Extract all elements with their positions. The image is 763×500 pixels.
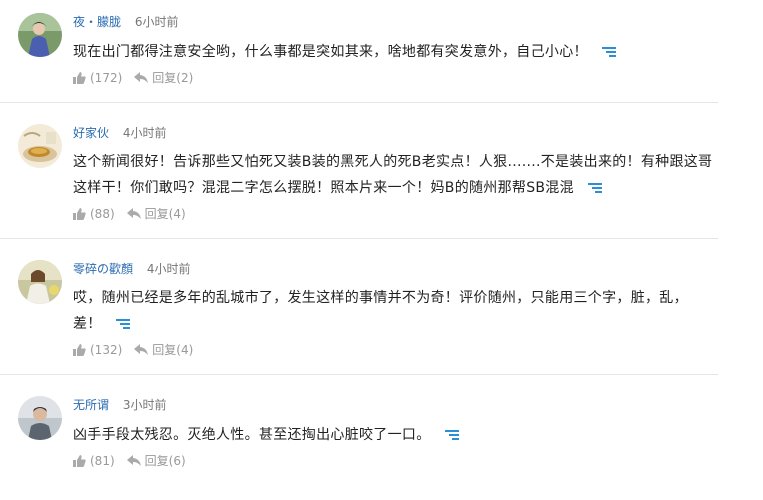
- reply-label: 回复: [144, 207, 169, 221]
- expand-lines-icon[interactable]: [587, 182, 602, 194]
- comment-body: 现在出门都得注意安全哟，什么事都是突如其来，啥地都有突发意外，自己小心！: [73, 44, 588, 60]
- comment-item: 无所谓 3小时前 凶手手段太残忍。灭绝人性。甚至还掏出心脏咬了一口。 (81) …: [0, 375, 718, 485]
- thumbs-up-icon: [73, 344, 86, 356]
- expand-lines-icon[interactable]: [444, 429, 459, 441]
- comment-text: 哎，随州已经是多年的乱城市了，发生这样的事情并不为奇！评价随州，只能用三个字，脏…: [73, 285, 713, 337]
- like-button[interactable]: (132): [73, 342, 122, 358]
- reply-button[interactable]: 回复 (4): [134, 342, 193, 358]
- avatar[interactable]: [18, 260, 62, 304]
- username[interactable]: 夜・朦胧: [73, 15, 121, 29]
- timestamp: 4小时前: [146, 262, 191, 276]
- reply-label: 回复: [152, 343, 177, 357]
- comment-meta: 夜・朦胧 6小时前: [73, 14, 178, 30]
- reply-button[interactable]: 回复 (6): [126, 453, 186, 469]
- thumbs-up-icon: [73, 72, 86, 84]
- timestamp: 4小时前: [122, 126, 167, 140]
- reply-count: (6): [168, 454, 186, 468]
- expand-lines-icon[interactable]: [601, 46, 616, 58]
- comment-text: 凶手手段太残忍。灭绝人性。甚至还掏出心脏咬了一口。: [73, 422, 713, 448]
- reply-count: (2): [176, 71, 194, 85]
- comment-body: 凶手手段太残忍。灭绝人性。甚至还掏出心脏咬了一口。: [73, 427, 431, 443]
- like-button[interactable]: (172): [73, 70, 122, 86]
- reply-arrow-icon: [126, 208, 141, 219]
- avatar[interactable]: [18, 13, 62, 57]
- comment-body: 哎，随州已经是多年的乱城市了，发生这样的事情并不为奇！评价随州，只能用三个字，脏…: [73, 290, 688, 332]
- like-count: (88): [90, 207, 115, 221]
- reply-arrow-icon: [134, 72, 149, 83]
- timestamp: 6小时前: [134, 15, 179, 29]
- comment-actions: (172) 回复 (2): [73, 70, 193, 86]
- comment-item: 好家伙 4小时前 这个新闻很好！告诉那些又怕死又装B装的黑死人的死B老实点！人狠…: [0, 103, 718, 238]
- thumbs-up-icon: [73, 455, 86, 467]
- like-count: (81): [90, 454, 115, 468]
- comment-text: 这个新闻很好！告诉那些又怕死又装B装的黑死人的死B老实点！人狠.......不是…: [73, 149, 713, 201]
- like-count: (172): [90, 71, 123, 85]
- username[interactable]: 零碎の歡顏: [73, 262, 133, 276]
- comment-text: 现在出门都得注意安全哟，什么事都是突如其来，啥地都有突发意外，自己小心！: [73, 39, 713, 65]
- like-button[interactable]: (81): [73, 453, 115, 469]
- comment-item: 夜・朦胧 6小时前 现在出门都得注意安全哟，什么事都是突如其来，啥地都有突发意外…: [0, 0, 718, 102]
- reply-button[interactable]: 回复 (2): [134, 70, 193, 86]
- username[interactable]: 好家伙: [73, 126, 109, 140]
- reply-arrow-icon: [126, 455, 141, 466]
- like-button[interactable]: (88): [73, 206, 115, 222]
- comment-actions: (88) 回复 (4): [73, 206, 186, 222]
- comment-body: 这个新闻很好！告诉那些又怕死又装B装的黑死人的死B老实点！人狠.......不是…: [73, 154, 713, 196]
- comment-actions: (132) 回复 (4): [73, 342, 193, 358]
- comment-meta: 零碎の歡顏 4小时前: [73, 261, 190, 277]
- comment-actions: (81) 回复 (6): [73, 453, 186, 469]
- thumbs-up-icon: [73, 208, 86, 220]
- reply-label: 回复: [144, 454, 169, 468]
- reply-arrow-icon: [134, 344, 149, 355]
- like-count: (132): [90, 343, 123, 357]
- reply-label: 回复: [152, 71, 177, 85]
- timestamp: 3小时前: [122, 398, 167, 412]
- username[interactable]: 无所谓: [73, 398, 109, 412]
- comment-meta: 无所谓 3小时前: [73, 397, 166, 413]
- reply-button[interactable]: 回复 (4): [126, 206, 186, 222]
- expand-lines-icon[interactable]: [115, 318, 130, 330]
- comment-item: 零碎の歡顏 4小时前 哎，随州已经是多年的乱城市了，发生这样的事情并不为奇！评价…: [0, 239, 718, 374]
- avatar[interactable]: [18, 396, 62, 440]
- comment-meta: 好家伙 4小时前: [73, 125, 166, 141]
- reply-count: (4): [168, 207, 186, 221]
- reply-count: (4): [176, 343, 194, 357]
- avatar[interactable]: [18, 124, 62, 168]
